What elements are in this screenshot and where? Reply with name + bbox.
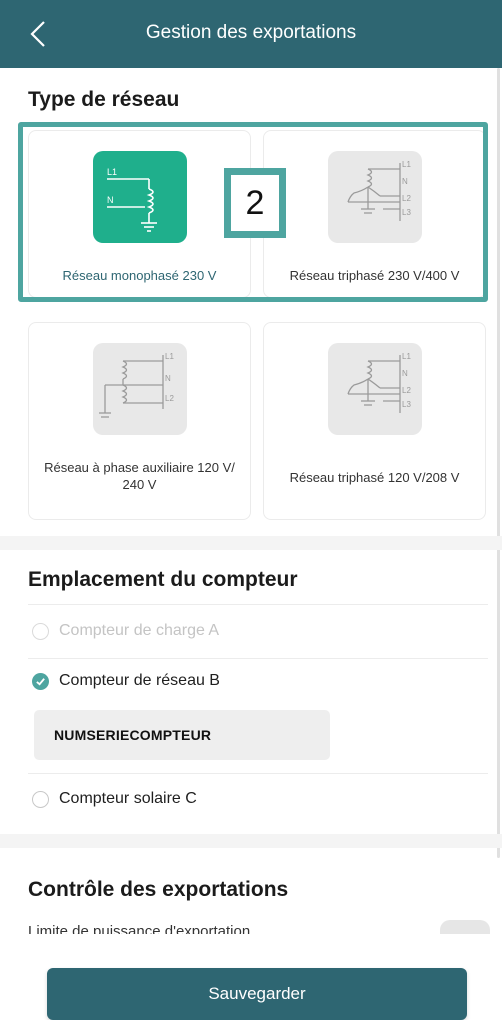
svg-text:L1: L1 [402, 160, 411, 169]
network-option-label: Réseau monophasé 230 V [62, 268, 217, 283]
svg-text:N: N [402, 177, 408, 186]
radio-label: Compteur de réseau B [59, 672, 220, 689]
network-option-label: Réseau triphasé 230 V/400 V [289, 268, 460, 283]
svg-text:N: N [165, 374, 171, 383]
svg-text:N: N [402, 369, 408, 378]
split-phase-icon: L1 N L2 [92, 343, 187, 435]
radio-checked-icon [32, 672, 49, 690]
meter-location-title: Emplacement du compteur [28, 568, 298, 591]
scrollbar[interactable] [497, 68, 500, 858]
svg-text:L3: L3 [402, 208, 411, 217]
network-option-three-phase-120-208[interactable]: L1 N L2 L3 Réseau triphasé 120 V/208 V [263, 322, 486, 520]
network-type-title: Type de réseau [28, 88, 180, 111]
radio-meter-load-a[interactable]: Compteur de charge A [32, 616, 219, 646]
radio-meter-solar-c[interactable]: Compteur solaire C [32, 784, 197, 814]
divider [28, 604, 488, 605]
network-option-three-phase-230-400[interactable]: L1 N L2 L3 Réseau triphasé 230 V/400 V [263, 130, 486, 298]
svg-text:L1: L1 [402, 352, 411, 361]
meter-serial-input[interactable]: NUMSERIECOMPTEUR [34, 710, 330, 760]
divider [28, 773, 488, 774]
export-limit-label: Limite de puissance d'exportation [28, 924, 250, 934]
svg-text:L1: L1 [165, 352, 174, 361]
export-control-title: Contrôle des exportations [28, 878, 289, 901]
svg-text:N: N [107, 195, 114, 205]
annotation-step-marker: 2 [224, 168, 286, 238]
page-title: Gestion des exportations [145, 22, 357, 43]
three-phase-icon: L1 N L2 L3 [327, 151, 422, 243]
svg-text:L2: L2 [165, 394, 174, 403]
single-phase-icon: L1 N [92, 151, 187, 243]
section-divider [0, 536, 502, 550]
network-option-label: Réseau triphasé 120 V/208 V [289, 470, 460, 485]
svg-text:L2: L2 [402, 194, 411, 203]
network-option-label: Réseau à phase auxiliaire 120 V/ 240 V [44, 460, 235, 492]
network-option-split-phase[interactable]: L1 N L2 Réseau à phase auxiliaire 120 V/… [28, 322, 251, 520]
radio-label: Compteur solaire C [59, 790, 197, 807]
svg-text:L3: L3 [402, 400, 411, 409]
section-divider [0, 834, 502, 848]
radio-unchecked-icon [32, 790, 49, 808]
svg-text:L1: L1 [107, 167, 117, 177]
three-phase-icon: L1 N L2 L3 [327, 343, 422, 435]
network-option-single-phase[interactable]: L1 N Réseau monophasé 230 V [28, 130, 251, 298]
app-header: Gestion des exportations [0, 0, 502, 68]
save-button[interactable]: Sauvegarder [47, 968, 467, 1020]
radio-label: Compteur de charge A [59, 622, 220, 639]
svg-text:L2: L2 [402, 386, 411, 395]
radio-meter-grid-b[interactable]: Compteur de réseau B [32, 666, 220, 696]
divider [28, 658, 488, 659]
export-limit-label-text: Limite de puissance d'exportation [28, 924, 251, 934]
radio-unchecked-icon [32, 622, 49, 640]
export-limit-toggle[interactable] [440, 920, 490, 934]
